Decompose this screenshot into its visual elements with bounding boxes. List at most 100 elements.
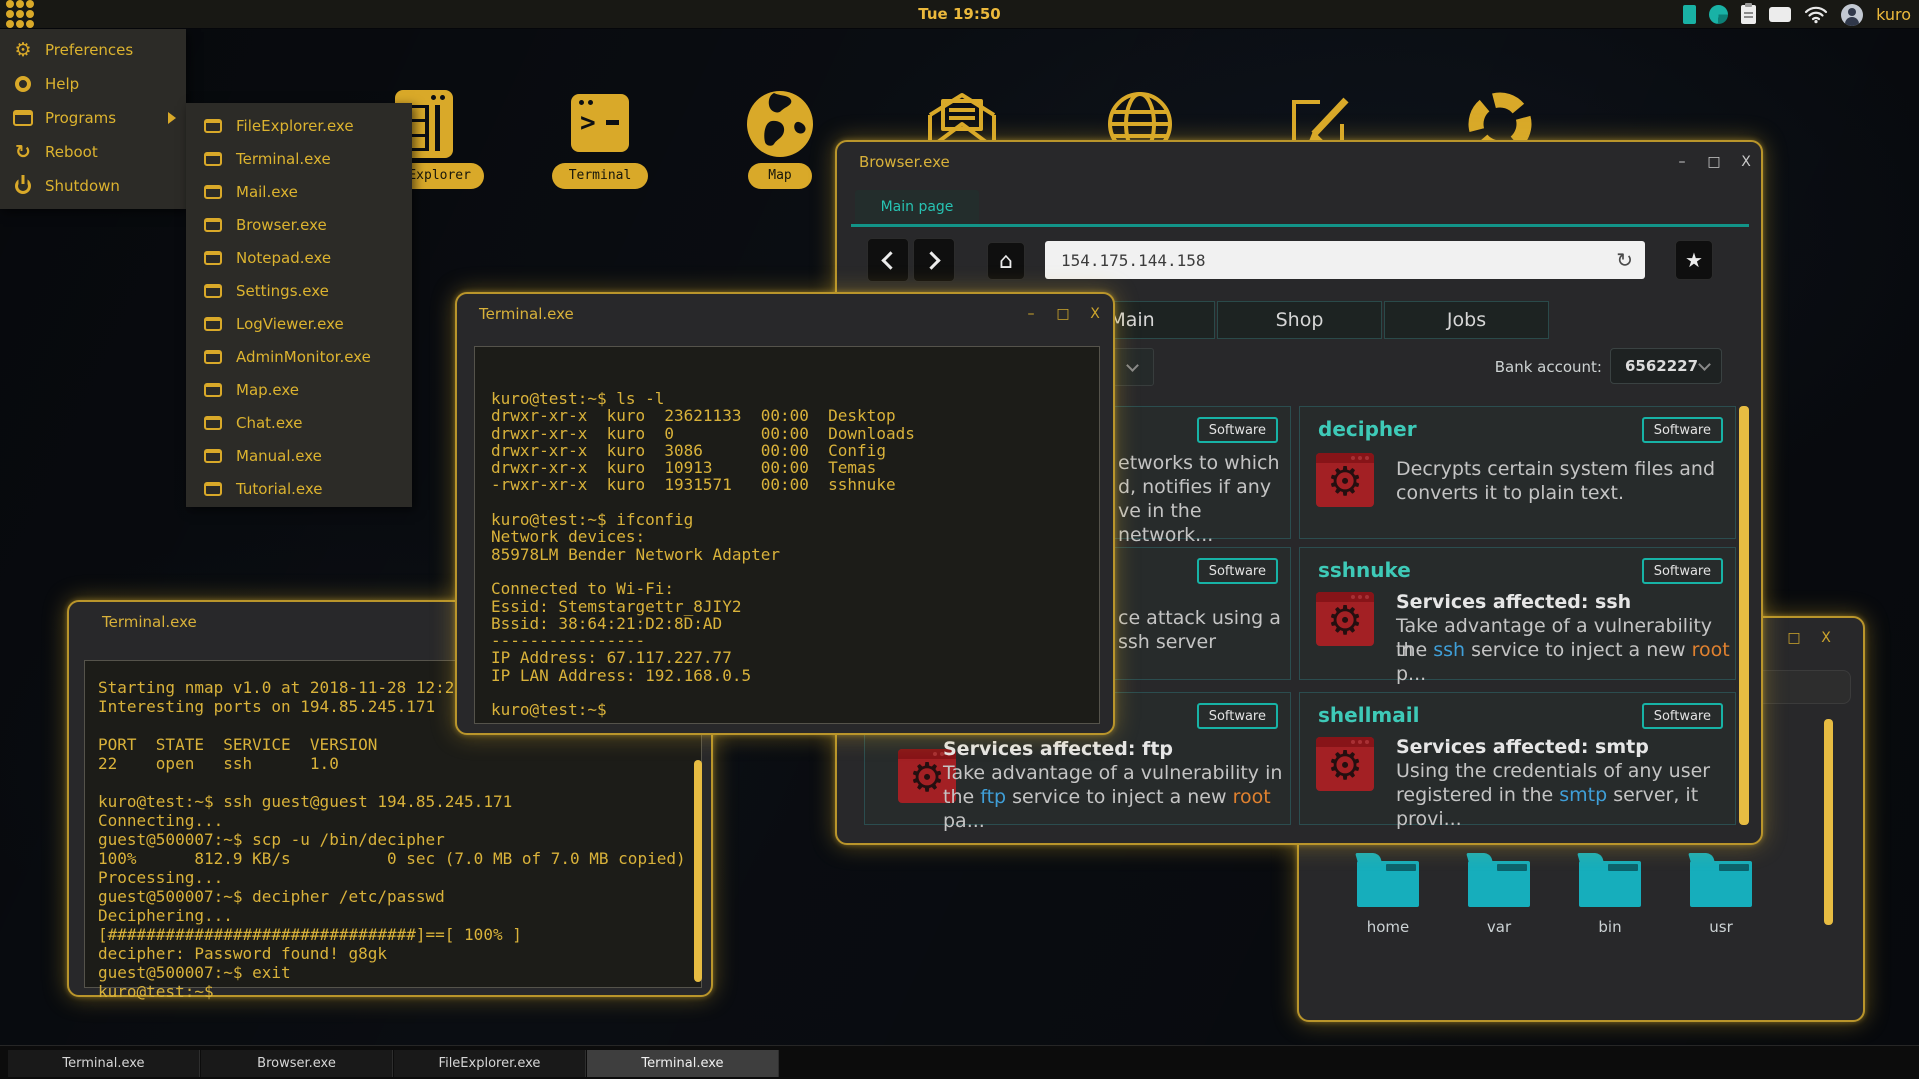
terminal-line: ---------------- (491, 631, 1089, 648)
terminal-output[interactable]: kuro@test:~$ ls -l drwxr-xr-x kuro 23621… (474, 346, 1100, 724)
filter-dropdown[interactable] (1110, 348, 1154, 386)
close-icon[interactable]: X (1737, 154, 1755, 170)
browser-page-tab[interactable]: Main page (855, 190, 979, 224)
card-title: shellmail (1318, 703, 1419, 727)
taskbar-item-browser[interactable]: Browser.exe (201, 1050, 393, 1077)
software-badge: Software (1642, 558, 1723, 584)
taskbar-item-fileexplorer[interactable]: FileExplorer.exe (394, 1050, 586, 1077)
software-card-sshnuke[interactable]: sshnuke Software ⚙ Services affected: ss… (1299, 547, 1736, 680)
menu-label: Programs (45, 109, 116, 127)
submenu-item-mail[interactable]: Mail.exe (186, 175, 412, 208)
chat-icon[interactable] (1769, 7, 1791, 22)
card-description-fragment: etworks to which (1118, 451, 1280, 475)
card-description: Decrypts certain system files and (1396, 457, 1715, 481)
file-explorer-scrollbar[interactable] (1824, 719, 1833, 925)
menu-item-help[interactable]: Help (0, 67, 186, 101)
terminal-titlebar[interactable]: Terminal.exe (457, 294, 1113, 334)
terminal-line (491, 683, 1089, 700)
terminal-line: Processing... (98, 868, 691, 887)
wifi-icon[interactable] (1804, 5, 1828, 24)
submenu-item-adminmonitor[interactable]: AdminMonitor.exe (186, 340, 412, 373)
folder-var[interactable]: var (1468, 852, 1530, 936)
clock: Tue 19:50 (918, 5, 1000, 23)
desktop-icon-terminal[interactable]: > (564, 88, 636, 160)
apps-grid-button[interactable] (0, 0, 40, 30)
terminal-line: 22 open ssh 1.0 (98, 754, 691, 773)
software-app-icon: ⚙ (1316, 592, 1374, 646)
submenu-item-settings[interactable]: Settings.exe (186, 274, 412, 307)
menu-item-reboot[interactable]: ↻ Reboot (0, 135, 186, 169)
minimize-icon[interactable]: – (1673, 154, 1691, 170)
submenu-item-tutorial[interactable]: Tutorial.exe (186, 472, 412, 505)
desktop-label-map[interactable]: Map (748, 163, 812, 189)
battery-icon[interactable] (1683, 5, 1696, 24)
terminal-scrollbar[interactable] (694, 760, 702, 982)
terminal-title: Terminal.exe (102, 613, 197, 631)
submenu-item-map[interactable]: Map.exe (186, 373, 412, 406)
software-badge: Software (1197, 417, 1278, 443)
gear-icon: ⚙ (1316, 596, 1374, 646)
software-app-icon: ⚙ (1316, 737, 1374, 791)
taskbar-item-terminal-2[interactable]: Terminal.exe (587, 1050, 779, 1077)
card-description-fragment: ce attack using a (1118, 606, 1281, 630)
terminal-line: IP Address: 67.117.227.77 (491, 648, 1089, 665)
clipboard-icon[interactable] (1741, 5, 1756, 24)
folder-usr[interactable]: usr (1690, 852, 1752, 936)
maximize-icon[interactable]: □ (1705, 154, 1723, 170)
submenu-label: Notepad.exe (236, 249, 331, 267)
tab-jobs[interactable]: Jobs (1384, 301, 1549, 339)
chevron-left-icon (881, 251, 899, 269)
submenu-label: Manual.exe (236, 447, 322, 465)
bank-account-dropdown[interactable]: 6562227 (1610, 348, 1722, 384)
submenu-item-fileexplorer[interactable]: FileExplorer.exe (186, 109, 412, 142)
folder-home[interactable]: home (1357, 852, 1419, 936)
folder-bin[interactable]: bin (1579, 852, 1641, 936)
folder-label: usr (1690, 918, 1752, 936)
reload-icon[interactable]: ↻ (1616, 248, 1633, 272)
submenu-item-logviewer[interactable]: LogViewer.exe (186, 307, 412, 340)
close-icon[interactable]: X (1817, 630, 1835, 646)
browser-scrollbar[interactable] (1739, 406, 1749, 825)
bookmark-button[interactable]: ★ (1675, 240, 1713, 280)
folder-label: var (1468, 918, 1530, 936)
home-button[interactable]: ⌂ (987, 242, 1025, 280)
minimize-icon[interactable]: – (1022, 306, 1040, 322)
desktop-label-terminal[interactable]: Terminal (552, 163, 648, 189)
tab-shop[interactable]: Shop (1217, 301, 1382, 339)
submenu-label: Map.exe (236, 381, 299, 399)
close-icon[interactable]: X (1086, 306, 1104, 322)
submenu-item-manual[interactable]: Manual.exe (186, 439, 412, 472)
power-icon (12, 178, 34, 194)
software-badge: Software (1642, 703, 1723, 729)
terminal-line (491, 562, 1089, 579)
card-description: converts it to plain text. (1396, 481, 1624, 505)
submenu-item-terminal[interactable]: Terminal.exe (186, 142, 412, 175)
disk-usage-icon[interactable] (1709, 5, 1728, 24)
menu-item-preferences[interactable]: ⚙ Preferences (0, 33, 186, 67)
back-button[interactable] (867, 238, 909, 282)
maximize-icon[interactable]: □ (1785, 630, 1803, 646)
menu-item-programs[interactable]: Programs (0, 101, 186, 135)
submenu-item-notepad[interactable]: Notepad.exe (186, 241, 412, 274)
software-card-decipher[interactable]: decipher Software ⚙ Decrypts certain sys… (1299, 406, 1736, 539)
terminal-icon: > (571, 94, 629, 152)
browser-titlebar[interactable]: Browser.exe (837, 142, 1761, 182)
window-icon (202, 449, 224, 463)
desktop-icon-map[interactable] (744, 88, 816, 160)
forward-button[interactable] (913, 238, 955, 282)
url-bar[interactable]: 154.175.144.158 ↻ (1045, 241, 1645, 279)
card-description: Take advantage of a vulnerability in (943, 761, 1282, 785)
maximize-icon[interactable]: □ (1054, 306, 1072, 322)
taskbar-item-terminal-1[interactable]: Terminal.exe (8, 1050, 200, 1077)
card-description-fragment: d, notifies if any (1118, 475, 1271, 499)
submenu-label: Terminal.exe (236, 150, 331, 168)
globe-earth-icon (744, 88, 816, 160)
user-avatar[interactable] (1841, 4, 1863, 26)
submenu-item-chat[interactable]: Chat.exe (186, 406, 412, 439)
submenu-item-browser[interactable]: Browser.exe (186, 208, 412, 241)
top-bar: Tue 19:50 kuro (0, 0, 1919, 29)
terminal-line: guest@500007:~$ scp -u /bin/decipher (98, 830, 691, 849)
software-card-shellmail[interactable]: shellmail Software ⚙ Services affected: … (1299, 692, 1736, 825)
menu-item-shutdown[interactable]: Shutdown (0, 169, 186, 203)
star-icon: ★ (1685, 248, 1703, 272)
